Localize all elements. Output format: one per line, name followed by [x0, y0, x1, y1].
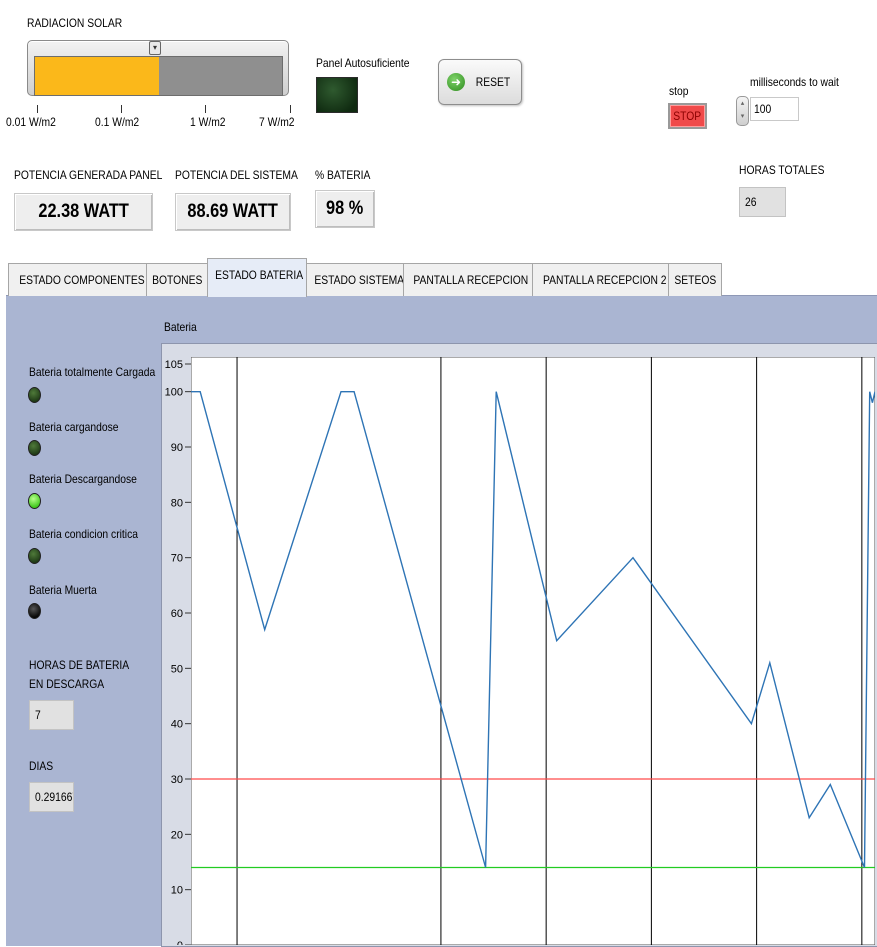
y-tick-label: 20	[171, 829, 183, 841]
horas-totales-value: 26	[739, 187, 786, 217]
y-tick-label: 50	[171, 663, 183, 675]
tab-botones[interactable]: BOTONES	[146, 263, 208, 296]
y-tick-label: 10	[171, 885, 183, 897]
potencia-panel-value: 22.38 WATT	[14, 193, 153, 231]
chart-title: Bateria	[164, 320, 197, 334]
tab-estado-sistema[interactable]: ESTADO SISTEMA	[306, 263, 404, 296]
led-muerta	[28, 603, 41, 619]
reset-arrow-icon: ➜	[446, 73, 465, 91]
status-label-descargandose: Bateria Descargandose	[29, 472, 137, 486]
radiacion-label: RADIACION SOLAR	[27, 16, 123, 30]
potencia-sistema-value: 88.69 WATT	[175, 193, 291, 231]
bateria-value: 98 %	[315, 190, 375, 228]
radiacion-thumb[interactable]: ▾	[149, 41, 161, 55]
potencia-panel-label: POTENCIA GENERADA PANEL	[14, 168, 163, 182]
stop-button[interactable]: STOP	[668, 103, 707, 129]
radiacion-tick-0: 0.01 W/m2	[6, 115, 56, 129]
status-label-critica: Bateria condicion critica	[29, 527, 138, 541]
horas-descarga-label-2: EN DESCARGA	[29, 677, 105, 691]
tab-estado-componentes[interactable]: ESTADO COMPONENTES	[8, 263, 147, 296]
status-label-cargada: Bateria totalmente Cargada	[29, 365, 156, 379]
tab-estado-bateria[interactable]: ESTADO BATERIA	[207, 258, 307, 297]
radiacion-tick-3: 7 W/m2	[259, 115, 295, 129]
radiacion-track[interactable]	[34, 56, 283, 96]
bateria-label: % BATERIA	[315, 168, 371, 182]
reset-label: RESET	[475, 75, 511, 89]
radiacion-tick-2: 1 W/m2	[190, 115, 226, 129]
panel-autosuficiente-led	[316, 77, 358, 113]
y-tick-label: 40	[171, 719, 183, 731]
wait-value: 100	[754, 102, 772, 116]
wait-label: milliseconds to wait	[750, 75, 839, 89]
tab-pantalla-recepcion[interactable]: PANTALLA RECEPCION	[403, 263, 533, 296]
horas-descarga-value: 7	[29, 700, 74, 730]
led-cargandose	[28, 440, 41, 456]
tab-seteos[interactable]: SETEOS	[668, 263, 722, 296]
y-tick-label: 70	[171, 553, 183, 565]
radiacion-tick-1: 0.1 W/m2	[95, 115, 140, 129]
dias-label: DIAS	[29, 759, 54, 773]
led-critica	[28, 548, 41, 564]
reset-button[interactable]: ➜ RESET	[438, 59, 522, 105]
stop-caption: stop	[669, 84, 689, 98]
y-tick-label: 30	[171, 774, 183, 786]
status-label-muerta: Bateria Muerta	[29, 583, 97, 597]
wait-input[interactable]: 100	[750, 97, 799, 121]
y-tick-label: 0	[177, 940, 183, 945]
bateria-chart	[191, 357, 875, 945]
potencia-sistema-label: POTENCIA DEL SISTEMA	[175, 168, 298, 182]
plot-area	[191, 357, 875, 945]
horas-descarga-label-1: HORAS DE BATERIA	[29, 658, 130, 672]
y-tick-label: 100	[165, 387, 183, 399]
bateria-chart-y-axis: 1051009080706050403020100	[165, 359, 191, 945]
radiacion-fill	[35, 57, 159, 95]
y-tick-label: 80	[171, 497, 183, 509]
stop-button-label: STOP	[673, 109, 702, 123]
y-tick-label: 60	[171, 608, 183, 620]
led-cargada	[28, 387, 41, 403]
y-tick-label: 90	[171, 442, 183, 454]
wait-spinner[interactable]: ▴ ▾	[736, 96, 749, 126]
led-descargandose	[28, 493, 41, 509]
status-label-cargandose: Bateria cargandose	[29, 420, 119, 434]
horas-totales-label: HORAS TOTALES	[739, 163, 825, 177]
dias-value: 0.291667	[29, 782, 74, 812]
tab-pantalla-recepcion-2[interactable]: PANTALLA RECEPCION 2	[532, 263, 669, 296]
y-tick-label: 105	[165, 359, 183, 371]
panel-autosuficiente-label: Panel Autosuficiente	[316, 56, 410, 70]
